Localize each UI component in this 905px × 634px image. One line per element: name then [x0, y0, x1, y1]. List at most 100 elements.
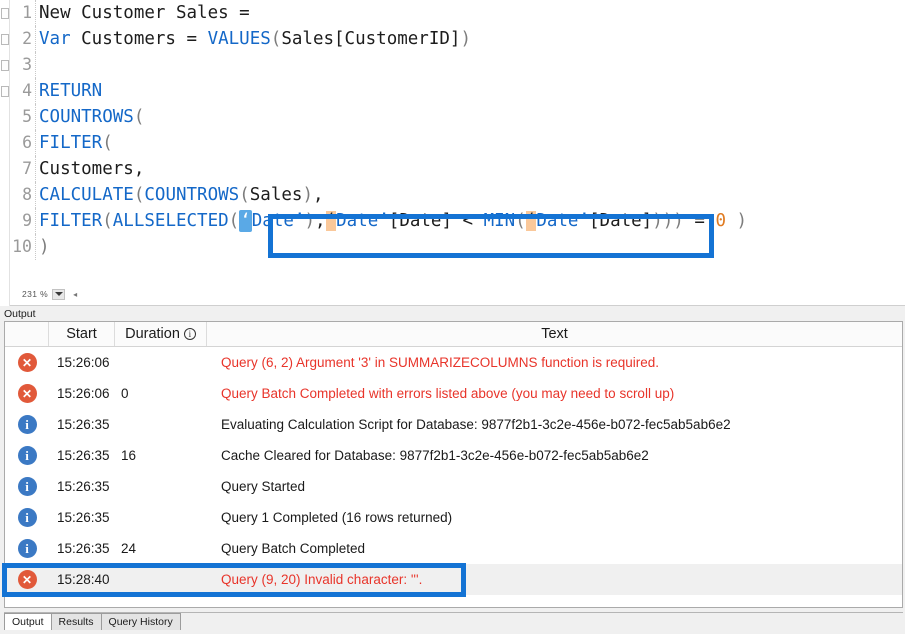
- line-number: 6: [10, 130, 36, 156]
- line-number: 8: [10, 182, 36, 208]
- code-token: CALCULATE: [39, 185, 134, 205]
- code-token: Date’: [536, 211, 589, 231]
- table-row[interactable]: i 15:26:35 Query 1 Completed (16 rows retu…: [5, 502, 902, 533]
- code-line[interactable]: 8 CALCULATE(COUNTROWS(Sales),: [10, 182, 905, 208]
- code-token: [Date] <: [388, 211, 484, 231]
- code-token: (: [133, 107, 145, 127]
- column-header-icon[interactable]: [5, 322, 49, 346]
- row-severity-cell: ✕: [5, 564, 49, 595]
- tab-output[interactable]: Output: [4, 613, 52, 630]
- row-duration: 24: [121, 541, 137, 556]
- code-token: (: [270, 29, 282, 49]
- status-resize-grip[interactable]: ◂: [73, 290, 77, 299]
- row-duration: [115, 564, 207, 595]
- code-token: ‘: [525, 211, 537, 231]
- table-row[interactable]: i 15:26:35 24 Query Batch Completed: [5, 533, 902, 564]
- code-line[interactable]: 6 FILTER(: [10, 130, 905, 156]
- row-severity-cell: ✕: [5, 347, 49, 378]
- tab-query-history[interactable]: Query History: [100, 613, 181, 630]
- error-icon: ✕: [17, 353, 37, 372]
- row-start-time: 15:26:35: [57, 541, 110, 556]
- row-severity-cell: i: [5, 440, 49, 471]
- code-line[interactable]: 3: [10, 52, 905, 78]
- code-line[interactable]: 7 Customers,: [10, 156, 905, 182]
- code-token: Sales: [249, 185, 303, 205]
- code-token: ): [460, 29, 472, 49]
- code-token: (: [515, 211, 526, 231]
- dax-code-area[interactable]: 1 New Customer Sales = 2 Var Customers = VA…: [10, 0, 905, 283]
- code-token: ,: [315, 211, 326, 231]
- code-line[interactable]: 10): [10, 234, 905, 260]
- code-token: ALLSELECTED: [112, 211, 229, 231]
- info-icon: i: [17, 477, 37, 496]
- column-header-duration-label: Duration: [125, 326, 180, 342]
- table-row[interactable]: i 15:26:35 16 Cache Cleared for Database: 9…: [5, 440, 902, 471]
- code-token: (: [228, 211, 240, 231]
- table-row[interactable]: ✕ 15:26:06 0 Query Batch Completed with err…: [5, 378, 902, 409]
- column-header-text[interactable]: Text: [207, 322, 902, 346]
- fold-marker[interactable]: [1, 8, 9, 19]
- chevron-down-icon[interactable]: [52, 288, 66, 300]
- fold-marker[interactable]: [1, 34, 9, 45]
- code-token: COUNTROWS: [144, 185, 240, 205]
- code-line[interactable]: 9 FILTER(ALLSELECTED(‘Date’),‘Date’[Date]…: [10, 208, 905, 234]
- table-row[interactable]: ✕ 15:26:06 Query (6, 2) Argument '3' in SU…: [5, 347, 902, 378]
- code-token: New Customer Sales =: [39, 3, 250, 23]
- output-pane: Output Start Duration i Text ✕ 15:26:06 Qu…: [0, 306, 905, 634]
- table-row[interactable]: i 15:26:35 Evaluating Calculation Script f…: [5, 409, 902, 440]
- table-row[interactable]: i 15:26:35 Query Started: [5, 471, 902, 502]
- code-editor-pane[interactable]: 1 New Customer Sales = 2 Var Customers = VA…: [0, 0, 905, 306]
- table-row[interactable]: ✕ 15:28:40 Query (9, 20) Invalid character…: [5, 564, 902, 595]
- line-number: 10: [10, 234, 36, 260]
- row-text: Query Batch Completed with errors listed…: [221, 386, 675, 401]
- row-text: Query (9, 20) Invalid character: '''.: [221, 572, 423, 587]
- row-text: Cache Cleared for Database: 9877f2b1-3c2…: [221, 448, 649, 463]
- output-grid[interactable]: Start Duration i Text ✕ 15:26:06 Query (6,…: [4, 321, 903, 608]
- row-text: Query (6, 2) Argument '3' in SUMMARIZECO…: [221, 355, 660, 370]
- dax-studio-window: 1 New Customer Sales = 2 Var Customers = VA…: [0, 0, 905, 634]
- code-token: ‘: [325, 211, 337, 231]
- code-token: [Date]: [589, 211, 653, 231]
- code-token: (: [133, 185, 145, 205]
- row-start-time: 15:26:06: [57, 386, 110, 401]
- code-token: COUNTROWS: [39, 107, 134, 127]
- code-line[interactable]: 4 RETURN: [10, 78, 905, 104]
- row-start-time: 15:26:35: [57, 448, 110, 463]
- row-start-time: 15:26:06: [57, 355, 110, 370]
- info-icon: i: [17, 508, 37, 527]
- code-token: Sales[CustomerID]: [281, 29, 461, 49]
- code-line[interactable]: 5 COUNTROWS(: [10, 104, 905, 130]
- column-header-duration[interactable]: Duration i: [115, 322, 207, 346]
- output-grid-body[interactable]: ✕ 15:26:06 Query (6, 2) Argument '3' in SU…: [5, 347, 902, 607]
- code-token: Customers =: [70, 29, 208, 49]
- column-header-start[interactable]: Start: [49, 322, 115, 346]
- tab-results[interactable]: Results: [50, 613, 102, 630]
- code-token: (: [239, 185, 250, 205]
- line-number: 5: [10, 104, 36, 130]
- row-duration: [115, 502, 207, 533]
- row-severity-cell: i: [5, 471, 49, 502]
- row-duration: 16: [121, 448, 137, 463]
- info-icon: i: [17, 539, 37, 558]
- row-severity-cell: ✕: [5, 378, 49, 409]
- code-token: ‘: [239, 210, 252, 232]
- info-icon[interactable]: i: [183, 328, 196, 340]
- code-line[interactable]: 2 Var Customers = VALUES(Sales[CustomerID…: [10, 26, 905, 52]
- row-text: Query Batch Completed: [221, 541, 366, 556]
- code-line-text: COUNTROWS(: [36, 104, 144, 130]
- row-severity-cell: i: [5, 409, 49, 440]
- code-token: FILTER: [39, 211, 103, 231]
- fold-marker[interactable]: [1, 86, 9, 97]
- code-token: 0: [715, 211, 726, 231]
- output-tabstrip[interactable]: Output Results Query History: [4, 613, 181, 630]
- code-token: ): [39, 237, 50, 257]
- line-number: 9: [10, 208, 36, 234]
- code-line-text: New Customer Sales =: [36, 0, 250, 26]
- row-start-time: 15:28:40: [57, 572, 110, 587]
- fold-marker[interactable]: [1, 60, 9, 71]
- code-line-text: FILTER(: [36, 130, 113, 156]
- code-line[interactable]: 1 New Customer Sales =: [10, 0, 905, 26]
- row-text: Query Started: [221, 479, 306, 494]
- line-number: 3: [10, 52, 36, 78]
- zoom-level-label: 231 %: [22, 289, 49, 299]
